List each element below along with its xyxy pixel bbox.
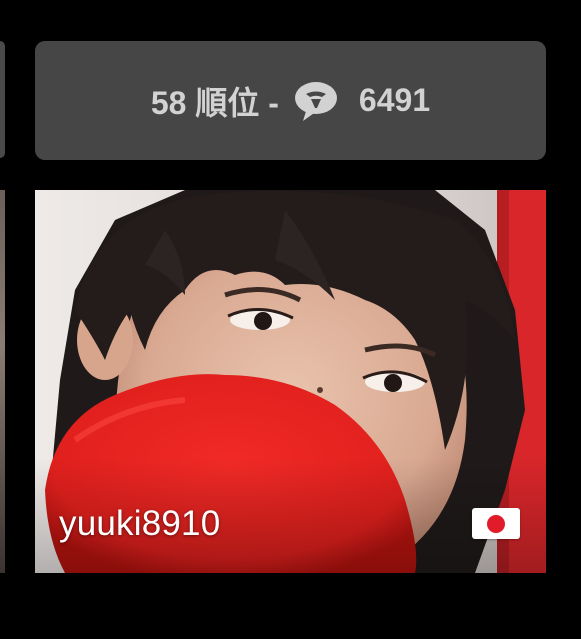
rank-label: 58 順位 -	[150, 84, 279, 121]
comment-count: 6491	[358, 82, 431, 118]
speech-bubble-icon	[293, 80, 339, 122]
japan-flag-icon	[472, 508, 520, 539]
profile-tile[interactable]: yuuki8910	[35, 190, 546, 573]
adjacent-rank-card[interactable]	[0, 41, 5, 158]
leaderboard-view: 58 順位 - 6491 yuuki8910	[0, 0, 581, 639]
adjacent-profile-tile[interactable]	[0, 190, 5, 573]
rank-card: 58 順位 - 6491	[35, 41, 546, 160]
username[interactable]: yuuki8910	[59, 504, 220, 544]
